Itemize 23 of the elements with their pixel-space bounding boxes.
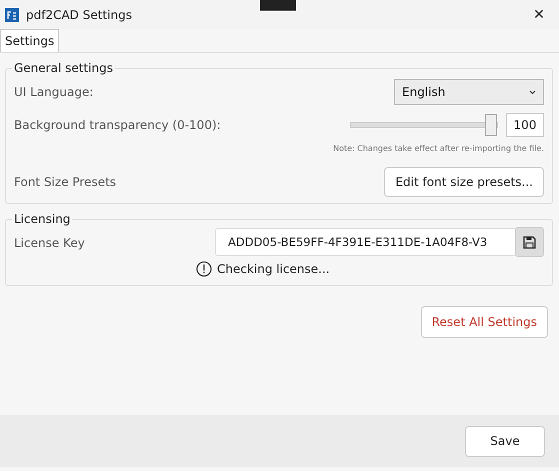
- number-field[interactable]: 100: [506, 113, 544, 137]
- info-icon: [196, 261, 212, 277]
- field-label: Font Size Presets: [14, 175, 116, 189]
- field-label: UI Language:: [14, 85, 94, 99]
- app-logo-icon: [5, 8, 19, 22]
- save-key-button[interactable]: [515, 227, 544, 257]
- window-title: pdf2CAD Settings: [26, 8, 132, 22]
- note-text: Note: Changes take effect after re-importing the file.: [332, 144, 544, 153]
- field-label: Background transparency (0-100):: [14, 118, 221, 132]
- tab[interactable]: Settings: [0, 29, 60, 52]
- snap-handle[interactable]: [260, 0, 296, 11]
- reset-button[interactable]: Reset All Settings: [420, 306, 548, 338]
- language-dropdown[interactable]: English: [394, 79, 544, 105]
- group-title: Licensing: [13, 212, 72, 226]
- edit-presets-button[interactable]: Edit font size presets...: [384, 167, 544, 197]
- field-label: License Key: [14, 236, 85, 250]
- save-button[interactable]: Save: [465, 426, 545, 456]
- group-title: General settings: [13, 61, 114, 75]
- status-text: Checking license...: [217, 262, 330, 276]
- close-button[interactable]: ✕: [519, 0, 559, 29]
- slider-thumb[interactable]: [485, 114, 497, 136]
- chevron-icon: [529, 90, 536, 94]
- license-key-field[interactable]: ADDD05-BE59FF-4F391E-E311DE-1A04F8-V3: [215, 228, 515, 256]
